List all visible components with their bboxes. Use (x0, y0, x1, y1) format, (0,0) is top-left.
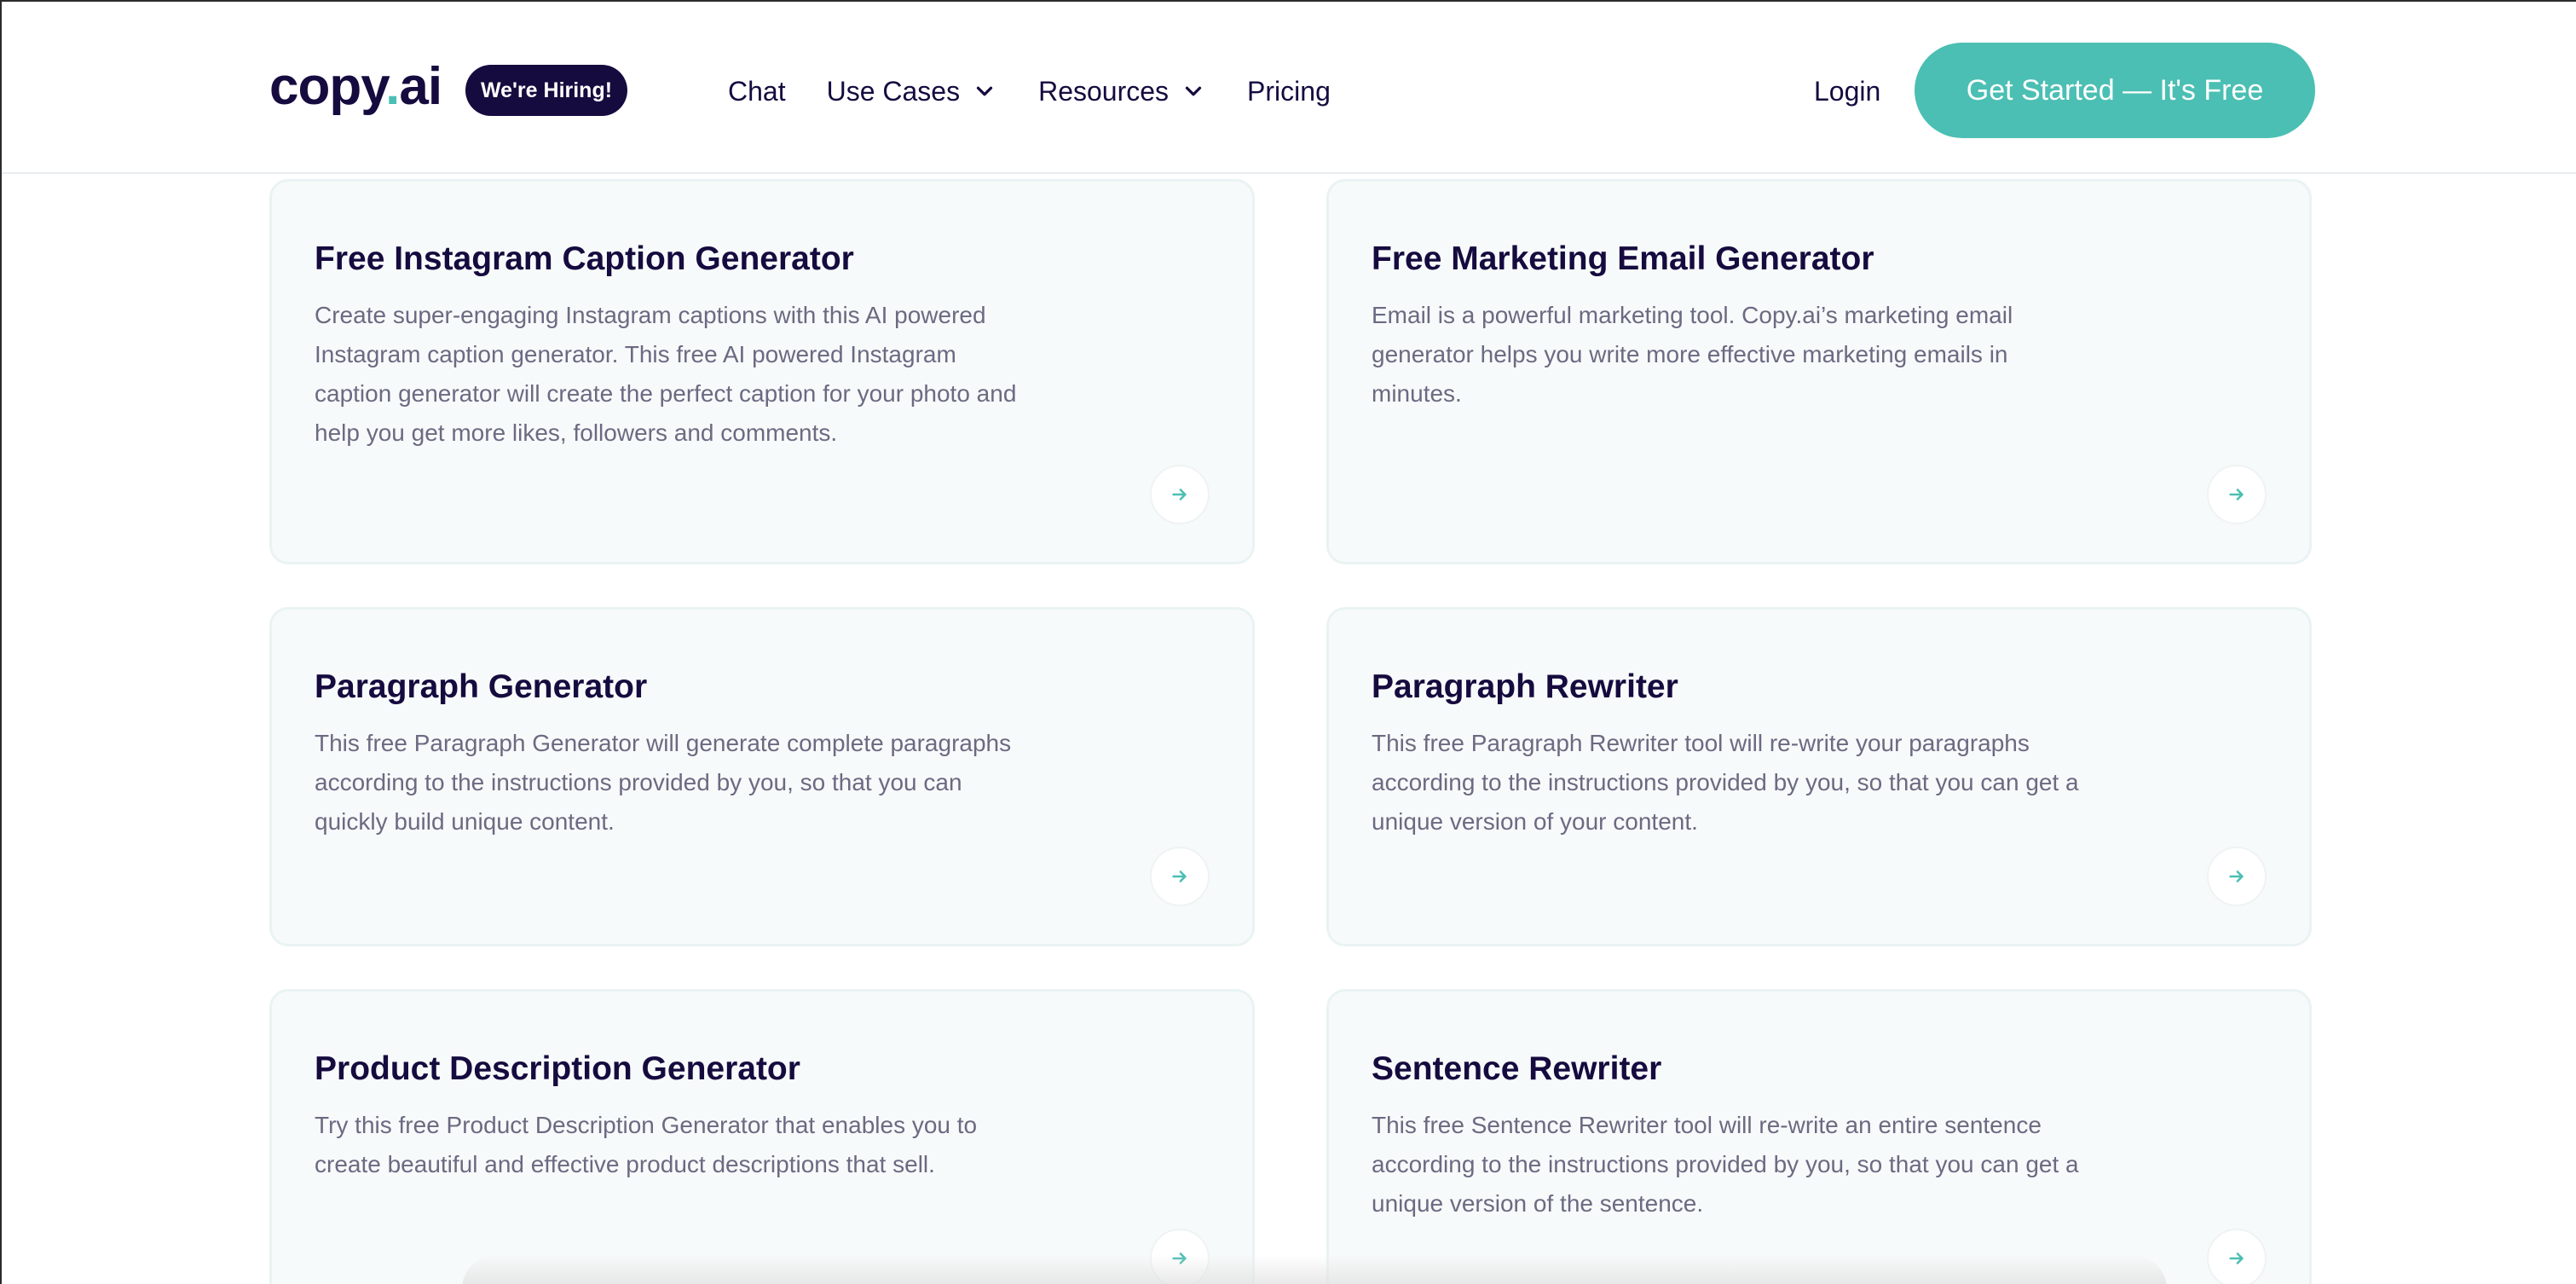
arrow-right-icon (2229, 870, 2244, 882)
nav-item-chat[interactable]: Chat (728, 76, 786, 107)
logo-text-main: copy (269, 57, 386, 116)
card-description: Try this free Product Description Genera… (315, 1112, 978, 1177)
card-description: This free Sentence Rewriter tool will re… (1372, 1112, 2079, 1217)
card-title: Paragraph Generator (315, 668, 648, 705)
copyai-logo[interactable]: copy.ai (269, 53, 442, 121)
card-title: Product Description Generator (315, 1050, 800, 1087)
tool-card[interactable]: Product Description Generator Try this f… (269, 989, 1255, 1284)
nav-item-label: Use Cases (826, 75, 961, 107)
arrow-right-icon (2229, 1252, 2244, 1264)
get-started-button[interactable]: Get Started — It's Free (1915, 43, 2315, 138)
nav-item-label: Resources (1038, 75, 1170, 107)
tool-card[interactable]: Free Instagram Caption Generator Create … (269, 179, 1255, 564)
tool-card[interactable]: Paragraph Generator This free Paragraph … (269, 607, 1255, 946)
arrow-right-icon (2229, 489, 2244, 500)
card-description: Create super-engaging Instagram captions… (315, 302, 1017, 446)
hiring-badge[interactable]: We're Hiring! (465, 65, 627, 116)
logo-text-tail: ai (399, 57, 442, 116)
nav-item-resources[interactable]: Resources (1038, 76, 1206, 107)
card-title: Sentence Rewriter (1372, 1050, 1662, 1087)
tool-card[interactable]: Sentence Rewriter This free Sentence Rew… (1326, 989, 2312, 1284)
login-link[interactable]: Login (1814, 72, 1880, 111)
chevron-down-icon (976, 86, 993, 96)
arrow-right-icon (1172, 870, 1187, 882)
card-link-button[interactable] (2207, 847, 2267, 906)
tool-card[interactable]: Paragraph Rewriter This free Paragraph R… (1326, 607, 2312, 946)
nav-item-label: Chat (728, 75, 786, 107)
nav-item-label: Pricing (1247, 75, 1331, 107)
main-nav: Chat Use Cases Resources Pricing (728, 70, 1372, 113)
chevron-down-icon (1185, 86, 1202, 96)
card-link-button[interactable] (1150, 465, 1210, 524)
nav-item-use-cases[interactable]: Use Cases (827, 76, 998, 107)
bottom-shadow-overlay (462, 1255, 2167, 1284)
card-title: Free Instagram Caption Generator (315, 240, 854, 277)
card-title: Paragraph Rewriter (1372, 668, 1678, 705)
card-title: Free Marketing Email Generator (1372, 240, 1874, 277)
nav-item-pricing[interactable]: Pricing (1247, 76, 1331, 107)
card-description: This free Paragraph Generator will gener… (315, 730, 1012, 835)
card-description: This free Paragraph Rewriter tool will r… (1372, 730, 2079, 835)
tool-card[interactable]: Free Marketing Email Generator Email is … (1326, 179, 2312, 564)
card-link-button[interactable] (2207, 465, 2267, 524)
card-description: Email is a powerful marketing tool. Copy… (1372, 302, 2013, 407)
browser-viewport: copy.ai We're Hiring! Chat Use Cases Res… (0, 0, 2576, 1284)
site-header: copy.ai We're Hiring! Chat Use Cases Res… (2, 2, 2576, 174)
arrow-right-icon (1172, 489, 1187, 500)
card-link-button[interactable] (1150, 847, 1210, 906)
logo-dot: . (385, 57, 400, 116)
card-link-button[interactable] (2207, 1229, 2267, 1284)
